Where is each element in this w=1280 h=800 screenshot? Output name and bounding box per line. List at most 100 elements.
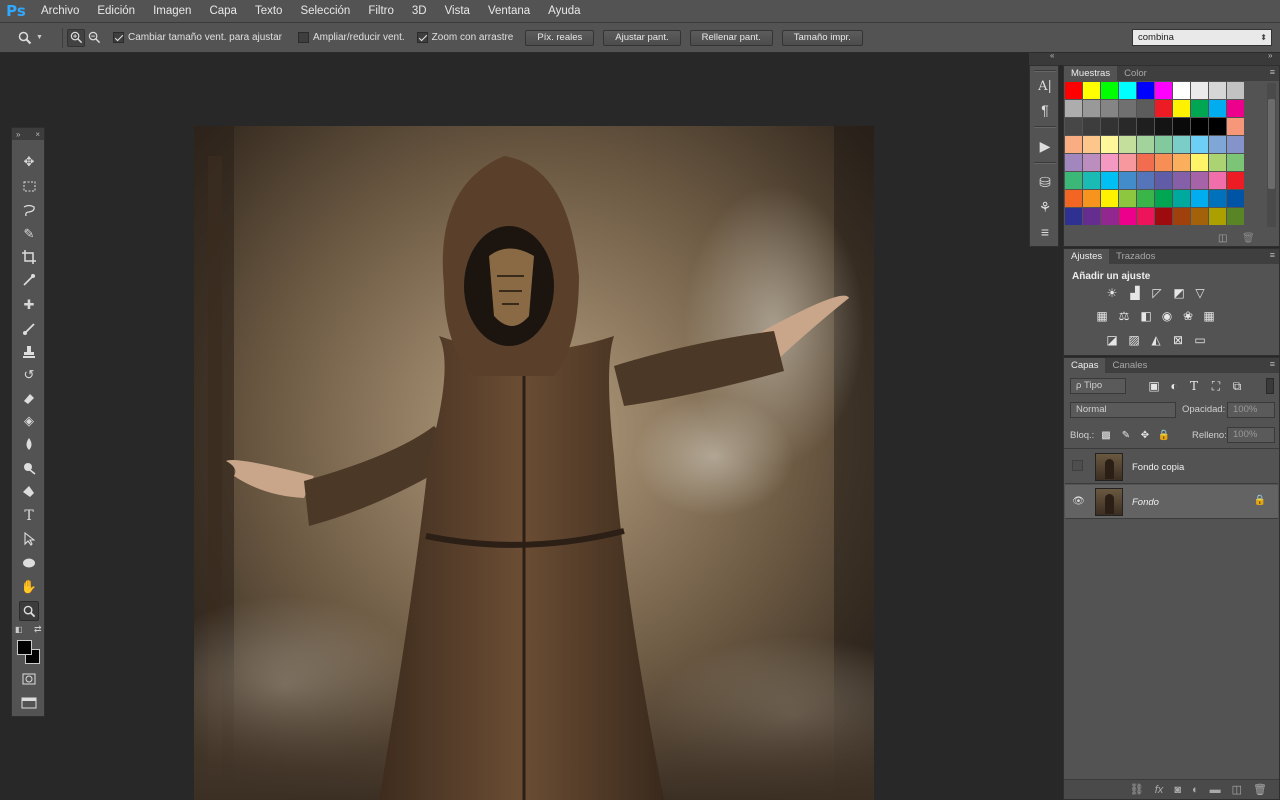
color-swatch[interactable] <box>1209 154 1226 171</box>
path-selection-tool[interactable] <box>19 529 39 549</box>
color-swatch[interactable] <box>1083 118 1100 135</box>
clone-stamp-tool[interactable] <box>19 342 39 362</box>
color-swatch[interactable] <box>1191 208 1208 225</box>
color-swatch[interactable] <box>1209 136 1226 153</box>
menu-filtro[interactable]: Filtro <box>359 0 403 23</box>
blend-mode-select[interactable]: Normal <box>1070 402 1176 418</box>
color-swatch[interactable] <box>1155 82 1172 99</box>
scrubby-zoom-option[interactable]: Zoom con arrastre <box>416 32 513 43</box>
brightness-icon[interactable]: ☀ <box>1104 285 1120 301</box>
color-swatch[interactable] <box>1173 136 1190 153</box>
visibility-toggle-off[interactable] <box>1072 460 1083 471</box>
color-swatch[interactable] <box>1209 190 1226 207</box>
color-swatch[interactable] <box>1191 154 1208 171</box>
color-swatch[interactable] <box>1227 100 1244 117</box>
color-swatch[interactable] <box>1119 172 1136 189</box>
posterize-icon[interactable]: ▨ <box>1126 332 1142 348</box>
color-swatch[interactable] <box>1155 154 1172 171</box>
new-layer-icon[interactable]: ◫ <box>1232 783 1242 796</box>
color-swatch[interactable] <box>1173 118 1190 135</box>
scrubby-zoom-checkbox[interactable] <box>416 32 428 43</box>
tab-muestras[interactable]: Muestras <box>1064 66 1118 81</box>
color-swatch[interactable] <box>1155 118 1172 135</box>
color-swatch[interactable] <box>1101 82 1118 99</box>
menu-archivo[interactable]: Archivo <box>32 0 88 23</box>
expand-icon[interactable]: » <box>1268 51 1272 60</box>
color-swatch[interactable] <box>1191 100 1208 117</box>
color-swatch[interactable] <box>1155 100 1172 117</box>
history-brush-tool[interactable]: ↺ <box>19 365 39 385</box>
zoom-tool[interactable] <box>19 601 39 621</box>
color-swatch[interactable] <box>1173 82 1190 99</box>
color-swatch[interactable] <box>1119 100 1136 117</box>
color-swatch[interactable] <box>1101 172 1118 189</box>
color-swatch[interactable] <box>1137 118 1154 135</box>
ellipse-tool[interactable] <box>19 553 39 573</box>
color-swatch[interactable] <box>1173 100 1190 117</box>
layer-row-fondo-copia[interactable]: Fondo copia <box>1065 450 1278 484</box>
menu-3d[interactable]: 3D <box>403 0 436 23</box>
new-swatch-icon[interactable]: ◫ <box>1218 233 1227 244</box>
swatches-scrollbar[interactable] <box>1267 83 1276 227</box>
screen-mode-button[interactable] <box>19 693 39 713</box>
menu-vista[interactable]: Vista <box>436 0 479 23</box>
layer-filter-select[interactable]: ρ Tipo <box>1070 378 1126 394</box>
swap-colors-icon[interactable]: ⇄ <box>34 624 42 635</box>
color-swatch[interactable] <box>1191 82 1208 99</box>
properties-sliders-icon[interactable]: ≡ <box>1035 222 1055 242</box>
color-swatch[interactable] <box>1155 190 1172 207</box>
color-swatch[interactable] <box>1209 172 1226 189</box>
channel-mixer-icon[interactable]: ❀ <box>1180 308 1196 324</box>
panel-menu-icon[interactable]: ≡ <box>1270 359 1275 369</box>
curves-icon[interactable]: ◸ <box>1149 285 1165 301</box>
color-swatch[interactable] <box>1065 118 1082 135</box>
color-swatch[interactable] <box>1083 172 1100 189</box>
menu-imagen[interactable]: Imagen <box>144 0 200 23</box>
tab-ajustes[interactable]: Ajustes <box>1064 249 1110 264</box>
new-group-icon[interactable]: ▬ <box>1210 784 1221 796</box>
hue-saturation-icon[interactable]: ▦ <box>1094 308 1110 324</box>
trash-icon[interactable]: 🗑 <box>1242 233 1255 244</box>
lock-position-icon[interactable]: ✥ <box>1137 427 1153 443</box>
selective-color-icon[interactable]: ⊠ <box>1170 332 1186 348</box>
color-swatch[interactable] <box>1227 136 1244 153</box>
zoom-out-button[interactable] <box>85 29 103 47</box>
eye-icon[interactable]: 👁 <box>1072 495 1085 508</box>
document-canvas[interactable] <box>194 126 874 800</box>
crop-tool[interactable] <box>19 247 39 267</box>
eyedropper-tool[interactable] <box>19 270 39 290</box>
pen-tool[interactable] <box>19 482 39 502</box>
color-swatch[interactable] <box>1101 100 1118 117</box>
menu-ventana[interactable]: Ventana <box>479 0 539 23</box>
color-swatch[interactable] <box>1191 136 1208 153</box>
layer-row-fondo[interactable]: 👁 Fondo 🔒 <box>1065 485 1278 519</box>
color-swatch[interactable] <box>1065 154 1082 171</box>
color-swatch[interactable] <box>1227 172 1244 189</box>
color-swatch[interactable] <box>1227 154 1244 171</box>
black-white-icon[interactable]: ◧ <box>1138 308 1154 324</box>
color-swatch[interactable] <box>1083 208 1100 225</box>
color-swatch[interactable] <box>1137 100 1154 117</box>
color-swatch[interactable] <box>1227 190 1244 207</box>
collapse-icon[interactable]: » <box>16 130 20 139</box>
scrollbar-thumb[interactable] <box>1268 99 1275 189</box>
color-swatch[interactable] <box>1173 154 1190 171</box>
color-swatch[interactable] <box>1101 190 1118 207</box>
color-swatch[interactable] <box>1083 100 1100 117</box>
color-swatch[interactable] <box>1227 208 1244 225</box>
default-colors-icon[interactable]: ◧ <box>15 625 23 634</box>
color-swatch[interactable] <box>1209 82 1226 99</box>
healing-brush-tool[interactable]: ✚ <box>19 295 39 315</box>
color-swatch[interactable] <box>1137 208 1154 225</box>
tools-panel-header[interactable]: » × <box>12 128 44 140</box>
blur-tool[interactable] <box>19 434 39 454</box>
resize-windows-checkbox[interactable] <box>113 32 124 43</box>
zoom-in-button[interactable] <box>67 28 85 47</box>
collapse-icon[interactable]: « <box>1050 51 1054 60</box>
close-icon[interactable]: × <box>35 130 40 139</box>
brush-tool[interactable] <box>19 319 39 339</box>
photo-filter-icon[interactable]: ◉ <box>1159 308 1175 324</box>
fill-input[interactable]: 100% <box>1227 427 1275 443</box>
foreground-color-swatch[interactable] <box>17 640 32 655</box>
color-swatch[interactable] <box>1155 172 1172 189</box>
